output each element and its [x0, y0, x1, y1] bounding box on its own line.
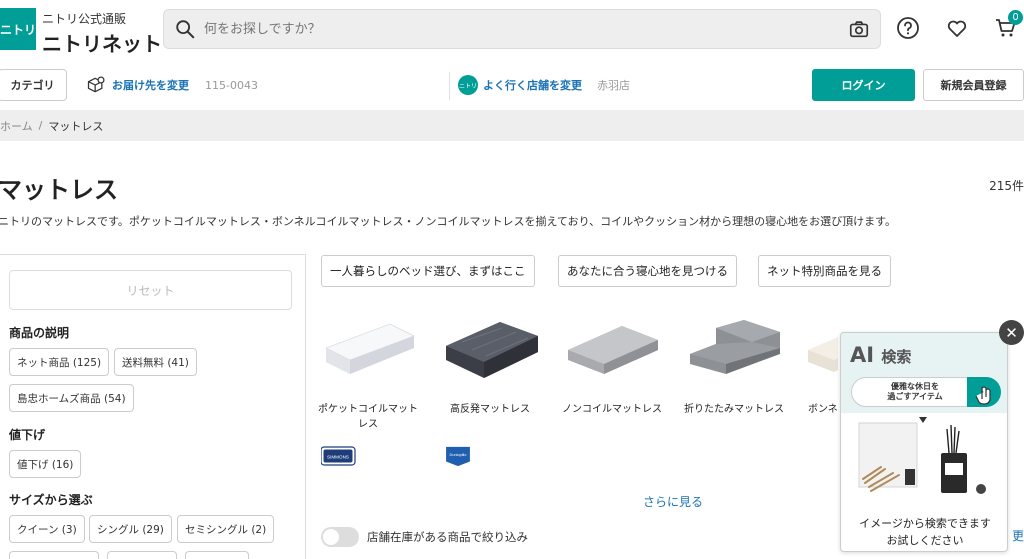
category-card[interactable]: ポケットコイルマットレス	[318, 318, 418, 432]
category-label[interactable]: ノンコイルマットレス	[562, 402, 662, 417]
category-card[interactable]: ノンコイルマットレス	[562, 318, 662, 417]
result-count: 215件	[989, 179, 1024, 193]
cart-count-badge: 0	[1008, 10, 1023, 25]
ai-widget-title: AI 検索	[850, 343, 911, 367]
dunlopillo-brand-logo[interactable]: Dunlopillo	[443, 445, 473, 467]
camera-icon[interactable]	[848, 18, 870, 40]
dunlopillo-brand-text: Dunlopillo	[450, 453, 467, 457]
ai-title-sub: 検索	[881, 348, 912, 366]
category-label[interactable]: 折りたたみマットレス	[684, 402, 784, 417]
page-title: マットレス	[0, 176, 118, 204]
divider	[449, 72, 450, 100]
ai-query-line1: 優雅な休日を	[891, 382, 939, 391]
show-more-link[interactable]: さらに見る	[643, 493, 703, 510]
simmons-brand-logo[interactable]: SIMMONS	[321, 445, 357, 467]
site-header: ニトリ ニトリ公式通販 ニトリネット 0	[0, 0, 1024, 68]
category-label[interactable]: ポケットコイルマットレス	[318, 402, 418, 432]
hand-pointer-icon	[975, 386, 991, 405]
stock-filter-row[interactable]: 店舗在庫がある商品で絞り込み	[321, 527, 528, 547]
category-card[interactable]: ボンネル	[790, 318, 838, 417]
ai-footer-line1: イメージから検索できます	[859, 517, 991, 530]
reset-button[interactable]: リセット	[9, 270, 292, 310]
ai-search-widget[interactable]: AI 検索 優雅な休日を 過ごすアイテム イメージから検索できます お試しくださ…	[840, 332, 1008, 552]
nitori-logo[interactable]: ニトリ	[0, 8, 36, 50]
guide-tag-button[interactable]: あなたに合う寝心地を見つける	[558, 255, 737, 287]
ai-title-main: AI	[850, 343, 875, 367]
breadcrumb-current: マットレス	[48, 119, 104, 133]
high-resilience-mattress-image	[446, 322, 538, 378]
delivery-address[interactable]: お届け先を変更 115-0043	[86, 75, 258, 95]
filter-chip[interactable]: 送料無料 (41)	[114, 348, 197, 376]
breadcrumb: ホーム / マットレス	[0, 110, 1024, 141]
breadcrumb-separator: /	[38, 119, 43, 132]
filter-chip[interactable]: セミシングル (2)	[177, 515, 275, 543]
category-button[interactable]: カテゴリ	[0, 69, 67, 101]
ai-widget-footer: イメージから検索できます お試しください	[841, 515, 1007, 549]
partial-link[interactable]: 更	[1012, 527, 1024, 544]
close-icon[interactable]: ✕	[999, 320, 1024, 345]
filter-chip[interactable]: クイーン (3)	[9, 515, 85, 543]
search-input[interactable]	[204, 10, 804, 48]
postal-code: 115-0043	[205, 78, 258, 92]
logo-subtitle[interactable]: ニトリ公式通販	[42, 10, 126, 27]
filter-chip[interactable]: 値下げ (16)	[9, 450, 82, 478]
filter-chip[interactable]	[107, 551, 177, 559]
category-card[interactable]: 高反発マットレス	[440, 318, 540, 417]
non-coil-mattress-image	[568, 326, 658, 374]
simmons-brand-text: SIMMONS	[327, 454, 349, 459]
breadcrumb-home[interactable]: ホーム	[0, 118, 33, 134]
ai-search-button[interactable]	[967, 377, 1001, 407]
store-logo-icon: ニトリ	[458, 75, 478, 95]
filter-section-title: 商品の説明	[9, 326, 70, 340]
ai-footer-line2: お試しください	[886, 534, 964, 547]
bonnell-mattress-image	[808, 337, 838, 372]
ai-query-line2: 過ごすアイテム	[887, 392, 943, 401]
category-label[interactable]: ボンネル	[790, 402, 838, 417]
filter-section-title: サイズから選ぶ	[9, 493, 93, 507]
ai-widget-header: AI 検索 優雅な休日を 過ごすアイテム	[841, 333, 1007, 413]
stock-filter-toggle[interactable]	[321, 527, 359, 547]
filter-chip[interactable]: 島忠ホームズ商品 (54)	[9, 384, 134, 412]
help-icon[interactable]	[896, 16, 920, 40]
filter-chip[interactable]	[185, 551, 249, 559]
store-name: 赤羽店	[597, 79, 630, 92]
diffuser-product-image	[858, 417, 986, 494]
page-description: ニトリのマットレスです。ポケットコイルマットレス・ボンネルコイルマットレス・ノン…	[0, 215, 897, 228]
heart-icon[interactable]	[945, 16, 969, 40]
filter-chip[interactable]: ネット商品 (125)	[9, 348, 110, 376]
ai-example-image	[841, 413, 1007, 503]
favorite-store[interactable]: ニトリ よく行く店舗を変更 赤羽店	[458, 75, 630, 95]
store-change-link[interactable]: よく行く店舗を変更	[483, 77, 582, 93]
folding-mattress-image	[690, 320, 780, 374]
pocket-coil-mattress-image	[325, 323, 415, 374]
category-label[interactable]: 高反発マットレス	[440, 402, 540, 417]
delivery-box-icon	[87, 76, 105, 93]
sub-navigation: カテゴリ お届け先を変更 115-0043 ニトリ よく行く店舗を変更 赤羽店 …	[0, 68, 1024, 110]
register-button[interactable]: 新規会員登録	[923, 69, 1024, 101]
login-button[interactable]: ログイン	[812, 69, 915, 101]
filter-sidebar: リセット 商品の説明 ネット商品 (125) 送料無料 (41) 島忠ホームズ商…	[0, 254, 306, 559]
search-bar[interactable]	[163, 9, 881, 49]
filter-chip[interactable]	[9, 551, 99, 559]
search-icon[interactable]	[174, 18, 196, 40]
guide-tag-button[interactable]: ネット特別商品を見る	[758, 255, 891, 287]
logo-title[interactable]: ニトリネット	[42, 28, 162, 57]
guide-tag-button[interactable]: 一人暮らしのベッド選び、まずはここ	[321, 255, 535, 287]
filter-chip[interactable]: シングル (29)	[89, 515, 172, 543]
ai-query-pill[interactable]: 優雅な休日を 過ごすアイテム	[851, 377, 979, 407]
filter-section-title: 値下げ	[9, 428, 46, 442]
stock-filter-label: 店舗在庫がある商品で絞り込み	[367, 530, 528, 544]
delivery-change-link[interactable]: お届け先を変更	[112, 77, 189, 93]
category-card[interactable]: 折りたたみマットレス	[684, 318, 784, 417]
